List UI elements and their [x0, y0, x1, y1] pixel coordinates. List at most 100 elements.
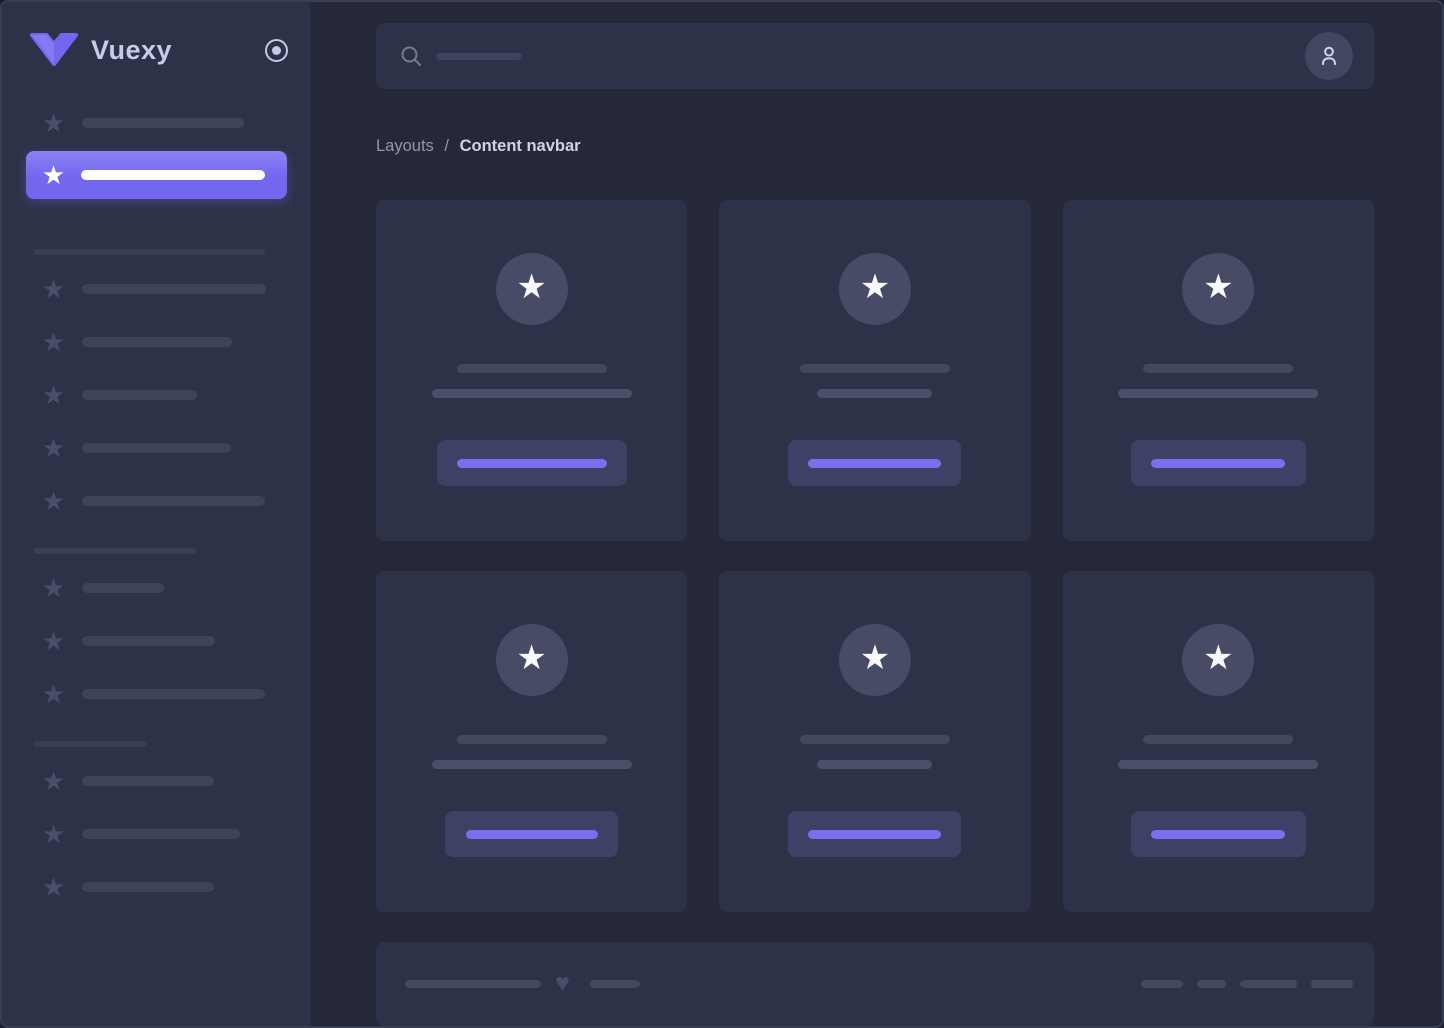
button-label-placeholder	[466, 830, 598, 839]
card-subtitle-placeholder	[1118, 760, 1318, 769]
card-title-placeholder	[800, 364, 950, 373]
breadcrumb-parent[interactable]: Layouts	[376, 137, 434, 155]
vuexy-logo-icon	[30, 33, 78, 67]
sidebar-item-active[interactable]: ★	[26, 151, 287, 199]
card-star-avatar: ★	[496, 624, 568, 696]
star-icon: ★	[1203, 251, 1233, 323]
star-icon: ★	[40, 161, 67, 189]
card-star-avatar: ★	[1182, 253, 1254, 325]
star-icon: ★	[40, 680, 67, 708]
star-icon: ★	[40, 434, 67, 462]
footer-link-placeholder[interactable]	[1240, 980, 1297, 988]
sidebar-item[interactable]: ★	[40, 627, 286, 655]
demo-card: ★	[1063, 571, 1374, 912]
card-action-button[interactable]	[788, 440, 961, 486]
card-title-placeholder	[457, 364, 607, 373]
star-icon: ★	[40, 767, 67, 795]
card-subtitle-placeholder	[817, 760, 932, 769]
button-label-placeholder	[808, 830, 941, 839]
star-icon: ★	[40, 820, 67, 848]
breadcrumb-separator: /	[444, 137, 449, 155]
person-icon	[1316, 43, 1342, 69]
brand-name: Vuexy	[91, 35, 172, 66]
menu-label-placeholder	[82, 390, 197, 400]
card-action-button[interactable]	[445, 811, 618, 857]
star-icon: ★	[40, 574, 67, 602]
sidebar-item[interactable]: ★	[40, 109, 286, 137]
star-icon: ★	[516, 251, 546, 323]
cards-grid: ★ ★ ★ ★ ★ ★	[376, 200, 1374, 912]
top-navbar	[376, 23, 1374, 89]
card-title-placeholder	[1143, 735, 1293, 744]
sidebar-item[interactable]: ★	[40, 574, 286, 602]
sidebar-item[interactable]: ★	[40, 275, 286, 303]
card-star-avatar: ★	[496, 253, 568, 325]
menu-label-placeholder	[82, 829, 240, 839]
breadcrumb-current: Content navbar	[460, 137, 581, 155]
star-icon: ★	[40, 627, 67, 655]
button-label-placeholder	[1151, 830, 1285, 839]
demo-card: ★	[1063, 200, 1374, 541]
footer-text-placeholder	[590, 980, 640, 988]
sidebar-item[interactable]: ★	[40, 680, 286, 708]
card-star-avatar: ★	[839, 253, 911, 325]
footer-link-placeholder[interactable]	[1311, 980, 1353, 988]
sidebar-item[interactable]: ★	[40, 434, 286, 462]
demo-card: ★	[719, 200, 1030, 541]
card-action-button[interactable]	[1131, 440, 1306, 486]
menu-label-placeholder	[82, 636, 215, 646]
brand: Vuexy	[30, 33, 288, 67]
card-star-avatar: ★	[839, 624, 911, 696]
card-action-button[interactable]	[788, 811, 961, 857]
user-avatar[interactable]	[1305, 32, 1353, 80]
sidebar-item[interactable]: ★	[40, 328, 286, 356]
menu-label-placeholder	[82, 118, 244, 128]
footer-card: ♥	[376, 942, 1374, 1026]
card-star-avatar: ★	[1182, 624, 1254, 696]
menu-label-placeholder	[82, 496, 265, 506]
star-icon: ★	[40, 873, 67, 901]
star-icon: ★	[860, 622, 890, 694]
app-window: Vuexy ★ ★ ★ ★ ★ ★ ★ ★ ★ ★ ★ ★ ★ Layouts /	[0, 0, 1444, 1028]
sidebar-item[interactable]: ★	[40, 381, 286, 409]
menu-pin-toggle-icon[interactable]	[265, 39, 288, 62]
sidebar-nav: ★ ★ ★ ★ ★ ★ ★ ★ ★ ★ ★ ★ ★	[2, 109, 310, 901]
footer-right	[1141, 980, 1353, 988]
main-content: Layouts / Content navbar ★ ★ ★ ★ ★ ★ ♥	[310, 2, 1442, 1026]
footer-text-placeholder	[405, 980, 541, 988]
footer-left: ♥	[405, 972, 640, 997]
sidebar-item[interactable]: ★	[40, 820, 286, 848]
card-subtitle-placeholder	[432, 760, 632, 769]
menu-label-placeholder	[82, 583, 164, 593]
footer-link-placeholder[interactable]	[1197, 980, 1226, 988]
card-action-button[interactable]	[1131, 811, 1306, 857]
card-subtitle-placeholder	[817, 389, 932, 398]
button-label-placeholder	[457, 459, 607, 468]
menu-label-placeholder	[81, 170, 265, 180]
footer-link-placeholder[interactable]	[1141, 980, 1183, 988]
card-title-placeholder	[457, 735, 607, 744]
star-icon: ★	[40, 381, 67, 409]
demo-card: ★	[376, 200, 687, 541]
sidebar-item[interactable]: ★	[40, 767, 286, 795]
menu-section-placeholder	[34, 548, 197, 554]
star-icon: ★	[516, 622, 546, 694]
star-icon: ★	[40, 275, 67, 303]
card-subtitle-placeholder	[432, 389, 632, 398]
menu-label-placeholder	[82, 337, 232, 347]
search-placeholder-bar[interactable]	[436, 53, 522, 60]
button-label-placeholder	[808, 459, 941, 468]
sidebar-item[interactable]: ★	[40, 487, 286, 515]
menu-label-placeholder	[82, 689, 265, 699]
search-icon[interactable]	[400, 45, 422, 67]
menu-section-placeholder	[34, 249, 265, 255]
sidebar-item[interactable]: ★	[40, 873, 286, 901]
star-icon: ★	[860, 251, 890, 323]
star-icon: ★	[40, 109, 67, 137]
demo-card: ★	[719, 571, 1030, 912]
breadcrumb: Layouts / Content navbar	[376, 136, 1374, 156]
star-icon: ★	[1203, 622, 1233, 694]
star-icon: ★	[40, 487, 67, 515]
star-icon: ★	[40, 328, 67, 356]
card-action-button[interactable]	[437, 440, 627, 486]
